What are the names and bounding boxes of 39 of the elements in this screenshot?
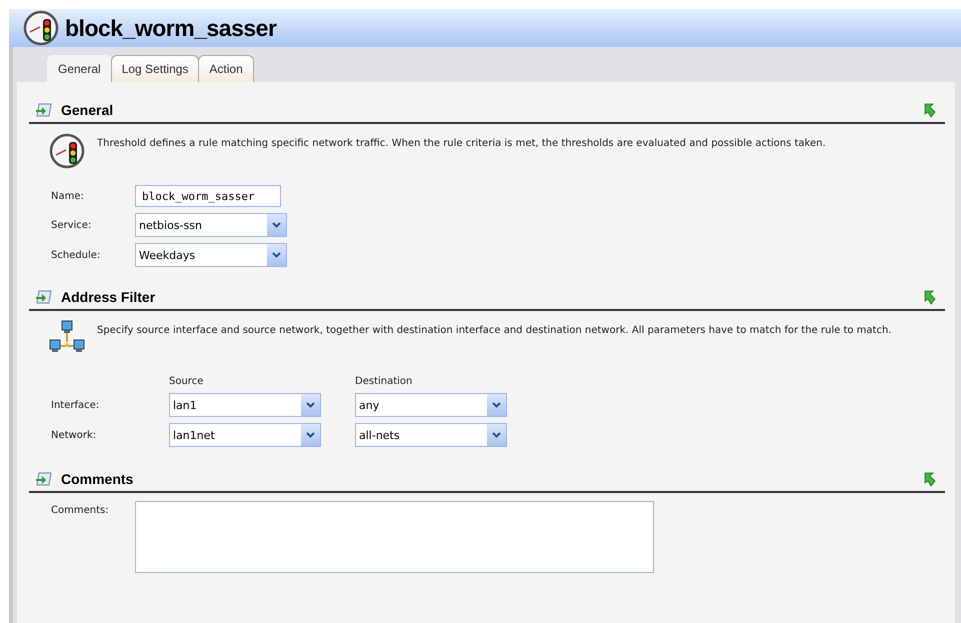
tab[interactable]: Action — [198, 55, 254, 82]
dropdown-field[interactable]: any — [355, 393, 507, 417]
section-arrow-icon — [35, 102, 53, 118]
section-title: Comments — [61, 471, 134, 487]
field-label: Service: — [51, 220, 92, 230]
description-text: Specify source interface and source network, together with destination interface and destination network. All parameters have to match for the rule to match. — [97, 324, 892, 338]
section-arrow-icon — [35, 471, 53, 487]
column-header: Destination — [355, 376, 414, 387]
tab[interactable]: Log Settings — [110, 55, 200, 82]
dropdown-field[interactable]: Weekdays — [135, 243, 287, 267]
chevron-down-icon — [492, 432, 501, 438]
chevron-down-icon — [272, 222, 281, 228]
chevron-down-icon — [272, 252, 281, 258]
field-label: Comments: — [51, 504, 110, 518]
collapse-arrow-icon[interactable] — [923, 102, 937, 118]
chevron-down-icon — [306, 432, 315, 438]
section-title: Address Filter — [61, 289, 156, 305]
chevron-down-icon — [492, 402, 501, 408]
comments-field[interactable] — [135, 501, 654, 573]
field-label: Interface: — [51, 400, 100, 410]
field-label: Network: — [51, 430, 98, 440]
field-label: Name: — [51, 190, 85, 202]
section-title: General — [61, 102, 114, 118]
collapse-arrow-icon[interactable] — [923, 289, 937, 305]
chevron-down-icon — [306, 402, 315, 408]
dropdown-field[interactable]: lan1 — [169, 393, 321, 417]
gauge-icon — [49, 133, 85, 169]
dropdown-field[interactable]: all-nets — [355, 423, 507, 447]
collapse-arrow-icon[interactable] — [923, 471, 937, 487]
dropdown-field[interactable]: lan1net — [169, 423, 321, 447]
tab[interactable]: General — [47, 55, 112, 82]
page-title: block_worm_sasser — [65, 14, 276, 42]
name-input[interactable]: block_worm_sasser — [135, 185, 281, 207]
gauge-icon — [23, 10, 59, 46]
column-header: Source — [169, 376, 204, 387]
field-label: Schedule: — [51, 250, 102, 260]
dropdown-field[interactable]: netbios-ssn — [135, 213, 287, 237]
description-text: Threshold defines a rule matching specific network traffic. When the rule criteria is met, the thresholds are evaluated and possible actions taken. — [97, 137, 826, 151]
section-arrow-icon — [35, 289, 53, 305]
